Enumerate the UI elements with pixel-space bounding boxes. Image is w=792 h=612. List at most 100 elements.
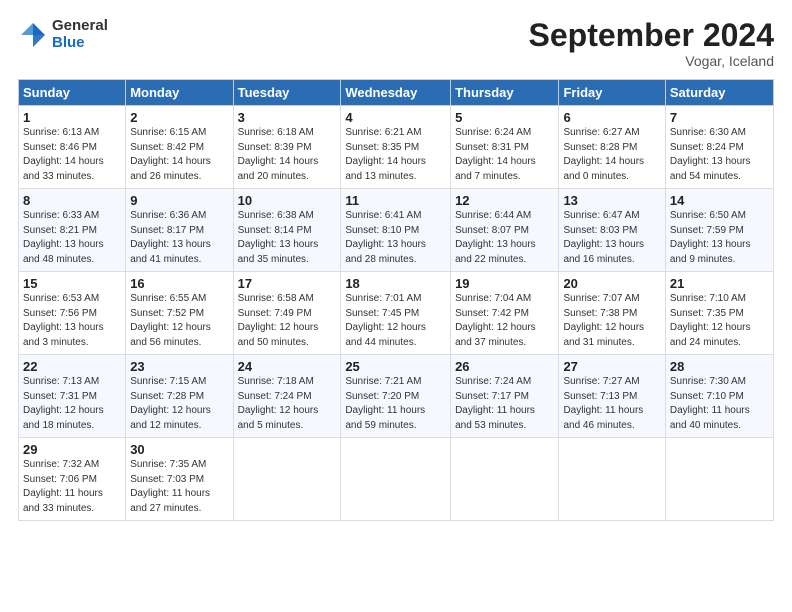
day-number: 5: [455, 110, 554, 125]
logo-text: General Blue: [52, 18, 108, 51]
table-row: 28Sunrise: 7:30 AM Sunset: 7:10 PM Dayli…: [665, 355, 773, 438]
day-number: 4: [345, 110, 446, 125]
table-row: 8Sunrise: 6:33 AM Sunset: 8:21 PM Daylig…: [19, 189, 126, 272]
day-details: Sunrise: 6:24 AM Sunset: 8:31 PM Dayligh…: [455, 126, 554, 184]
day-details: Sunrise: 7:01 AM Sunset: 7:45 PM Dayligh…: [345, 292, 446, 350]
table-row: 15Sunrise: 6:53 AM Sunset: 7:56 PM Dayli…: [19, 272, 126, 355]
header-sunday: Sunday: [19, 80, 126, 106]
table-row: 3Sunrise: 6:18 AM Sunset: 8:39 PM Daylig…: [233, 106, 341, 189]
table-row: 20Sunrise: 7:07 AM Sunset: 7:38 PM Dayli…: [559, 272, 665, 355]
page: General Blue September 2024 Vogar, Icela…: [0, 0, 792, 612]
table-row: 22Sunrise: 7:13 AM Sunset: 7:31 PM Dayli…: [19, 355, 126, 438]
day-number: 30: [130, 442, 228, 457]
table-row: 18Sunrise: 7:01 AM Sunset: 7:45 PM Dayli…: [341, 272, 451, 355]
day-details: Sunrise: 7:07 AM Sunset: 7:38 PM Dayligh…: [563, 292, 660, 350]
table-row: 11Sunrise: 6:41 AM Sunset: 8:10 PM Dayli…: [341, 189, 451, 272]
day-number: 8: [23, 193, 121, 208]
header-monday: Monday: [126, 80, 233, 106]
table-row: 19Sunrise: 7:04 AM Sunset: 7:42 PM Dayli…: [451, 272, 559, 355]
day-details: Sunrise: 6:50 AM Sunset: 7:59 PM Dayligh…: [670, 209, 769, 267]
table-row: 1Sunrise: 6:13 AM Sunset: 8:46 PM Daylig…: [19, 106, 126, 189]
day-details: Sunrise: 6:47 AM Sunset: 8:03 PM Dayligh…: [563, 209, 660, 267]
day-details: Sunrise: 6:53 AM Sunset: 7:56 PM Dayligh…: [23, 292, 121, 350]
table-row: [451, 438, 559, 521]
day-number: 18: [345, 276, 446, 291]
header-friday: Friday: [559, 80, 665, 106]
table-row: 25Sunrise: 7:21 AM Sunset: 7:20 PM Dayli…: [341, 355, 451, 438]
day-details: Sunrise: 6:13 AM Sunset: 8:46 PM Dayligh…: [23, 126, 121, 184]
day-number: 16: [130, 276, 228, 291]
month-title: September 2024: [529, 18, 774, 53]
day-details: Sunrise: 7:13 AM Sunset: 7:31 PM Dayligh…: [23, 375, 121, 433]
day-number: 21: [670, 276, 769, 291]
table-row: 13Sunrise: 6:47 AM Sunset: 8:03 PM Dayli…: [559, 189, 665, 272]
day-details: Sunrise: 7:04 AM Sunset: 7:42 PM Dayligh…: [455, 292, 554, 350]
table-row: 14Sunrise: 6:50 AM Sunset: 7:59 PM Dayli…: [665, 189, 773, 272]
table-row: 4Sunrise: 6:21 AM Sunset: 8:35 PM Daylig…: [341, 106, 451, 189]
table-row: [665, 438, 773, 521]
table-row: 2Sunrise: 6:15 AM Sunset: 8:42 PM Daylig…: [126, 106, 233, 189]
day-details: Sunrise: 6:55 AM Sunset: 7:52 PM Dayligh…: [130, 292, 228, 350]
day-details: Sunrise: 7:30 AM Sunset: 7:10 PM Dayligh…: [670, 375, 769, 433]
table-row: [233, 438, 341, 521]
table-row: 10Sunrise: 6:38 AM Sunset: 8:14 PM Dayli…: [233, 189, 341, 272]
day-number: 14: [670, 193, 769, 208]
table-row: 12Sunrise: 6:44 AM Sunset: 8:07 PM Dayli…: [451, 189, 559, 272]
day-number: 1: [23, 110, 121, 125]
table-row: 21Sunrise: 7:10 AM Sunset: 7:35 PM Dayli…: [665, 272, 773, 355]
day-details: Sunrise: 6:15 AM Sunset: 8:42 PM Dayligh…: [130, 126, 228, 184]
day-number: 6: [563, 110, 660, 125]
title-block: September 2024 Vogar, Iceland: [529, 18, 774, 69]
table-row: 29Sunrise: 7:32 AM Sunset: 7:06 PM Dayli…: [19, 438, 126, 521]
day-details: Sunrise: 6:58 AM Sunset: 7:49 PM Dayligh…: [238, 292, 337, 350]
logo-icon: [18, 20, 48, 50]
calendar-week-row: 22Sunrise: 7:13 AM Sunset: 7:31 PM Dayli…: [19, 355, 774, 438]
table-row: 17Sunrise: 6:58 AM Sunset: 7:49 PM Dayli…: [233, 272, 341, 355]
day-number: 20: [563, 276, 660, 291]
calendar-table: Sunday Monday Tuesday Wednesday Thursday…: [18, 79, 774, 521]
day-number: 11: [345, 193, 446, 208]
day-details: Sunrise: 6:21 AM Sunset: 8:35 PM Dayligh…: [345, 126, 446, 184]
day-number: 26: [455, 359, 554, 374]
table-row: 16Sunrise: 6:55 AM Sunset: 7:52 PM Dayli…: [126, 272, 233, 355]
day-details: Sunrise: 7:10 AM Sunset: 7:35 PM Dayligh…: [670, 292, 769, 350]
table-row: 9Sunrise: 6:36 AM Sunset: 8:17 PM Daylig…: [126, 189, 233, 272]
day-number: 19: [455, 276, 554, 291]
day-number: 28: [670, 359, 769, 374]
day-number: 2: [130, 110, 228, 125]
day-details: Sunrise: 7:27 AM Sunset: 7:13 PM Dayligh…: [563, 375, 660, 433]
day-details: Sunrise: 6:41 AM Sunset: 8:10 PM Dayligh…: [345, 209, 446, 267]
calendar-week-row: 29Sunrise: 7:32 AM Sunset: 7:06 PM Dayli…: [19, 438, 774, 521]
location: Vogar, Iceland: [529, 53, 774, 69]
header-saturday: Saturday: [665, 80, 773, 106]
day-number: 3: [238, 110, 337, 125]
table-row: 24Sunrise: 7:18 AM Sunset: 7:24 PM Dayli…: [233, 355, 341, 438]
day-details: Sunrise: 7:32 AM Sunset: 7:06 PM Dayligh…: [23, 458, 121, 516]
day-number: 9: [130, 193, 228, 208]
day-details: Sunrise: 7:24 AM Sunset: 7:17 PM Dayligh…: [455, 375, 554, 433]
day-number: 17: [238, 276, 337, 291]
calendar-week-row: 1Sunrise: 6:13 AM Sunset: 8:46 PM Daylig…: [19, 106, 774, 189]
day-number: 7: [670, 110, 769, 125]
day-number: 23: [130, 359, 228, 374]
table-row: [341, 438, 451, 521]
day-details: Sunrise: 6:33 AM Sunset: 8:21 PM Dayligh…: [23, 209, 121, 267]
calendar-header-row: Sunday Monday Tuesday Wednesday Thursday…: [19, 80, 774, 106]
table-row: 30Sunrise: 7:35 AM Sunset: 7:03 PM Dayli…: [126, 438, 233, 521]
header-thursday: Thursday: [451, 80, 559, 106]
day-number: 10: [238, 193, 337, 208]
table-row: 26Sunrise: 7:24 AM Sunset: 7:17 PM Dayli…: [451, 355, 559, 438]
day-details: Sunrise: 6:30 AM Sunset: 8:24 PM Dayligh…: [670, 126, 769, 184]
day-number: 25: [345, 359, 446, 374]
day-number: 22: [23, 359, 121, 374]
day-details: Sunrise: 6:44 AM Sunset: 8:07 PM Dayligh…: [455, 209, 554, 267]
logo-blue-text: Blue: [52, 35, 108, 52]
logo: General Blue: [18, 18, 108, 51]
header-wednesday: Wednesday: [341, 80, 451, 106]
day-number: 27: [563, 359, 660, 374]
day-details: Sunrise: 7:18 AM Sunset: 7:24 PM Dayligh…: [238, 375, 337, 433]
table-row: 7Sunrise: 6:30 AM Sunset: 8:24 PM Daylig…: [665, 106, 773, 189]
day-number: 24: [238, 359, 337, 374]
table-row: 5Sunrise: 6:24 AM Sunset: 8:31 PM Daylig…: [451, 106, 559, 189]
day-details: Sunrise: 6:36 AM Sunset: 8:17 PM Dayligh…: [130, 209, 228, 267]
